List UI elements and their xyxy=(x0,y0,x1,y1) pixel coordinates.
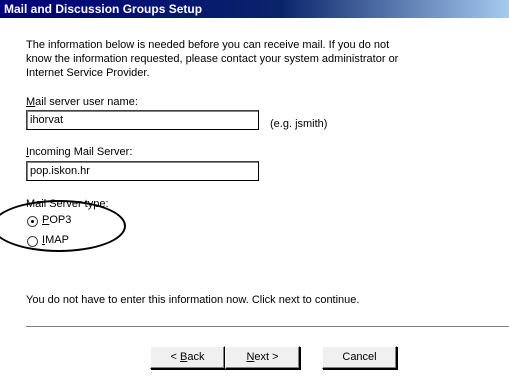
window-title: Mail and Discussion Groups Setup xyxy=(0,0,509,18)
imap-radio[interactable] xyxy=(27,236,38,247)
pop3-text: OP3 xyxy=(49,214,72,226)
server-type-label: Mail Server type: xyxy=(26,198,109,210)
username-hint: (e.g. jsmith) xyxy=(270,118,328,130)
intro-text: The information below is needed before y… xyxy=(26,38,466,80)
username-input[interactable]: ihorvat xyxy=(26,110,259,130)
username-label: Mail server user name: xyxy=(26,96,138,108)
imap-label[interactable]: IMAP xyxy=(42,234,69,246)
intro-line: The information below is needed before y… xyxy=(26,39,390,51)
incoming-server-input[interactable]: pop.iskon.hr xyxy=(26,161,259,181)
imap-text: MAP xyxy=(45,234,69,246)
incoming-label-text: ncoming Mail Server: xyxy=(29,146,133,158)
pop3-label[interactable]: POP3 xyxy=(42,214,71,226)
username-label-accel: M xyxy=(26,96,36,108)
divider xyxy=(26,326,509,328)
username-label-text: ail server user name: xyxy=(35,96,138,108)
pop3-radio[interactable] xyxy=(27,216,38,227)
continue-instruction: You do not have to enter this informatio… xyxy=(26,294,360,306)
intro-line: know the information requested, please c… xyxy=(26,53,399,65)
next-button[interactable]: Next > xyxy=(225,346,300,369)
back-button[interactable]: < Back xyxy=(150,346,225,369)
radio-selected-dot xyxy=(31,220,34,223)
back-text: ack xyxy=(187,351,205,363)
cancel-button[interactable]: Cancel xyxy=(322,346,397,369)
intro-line: Internet Service Provider. xyxy=(26,67,150,79)
incoming-server-label: Incoming Mail Server: xyxy=(26,146,132,158)
back-prefix: < xyxy=(170,351,180,363)
next-text: ext > xyxy=(254,351,279,363)
